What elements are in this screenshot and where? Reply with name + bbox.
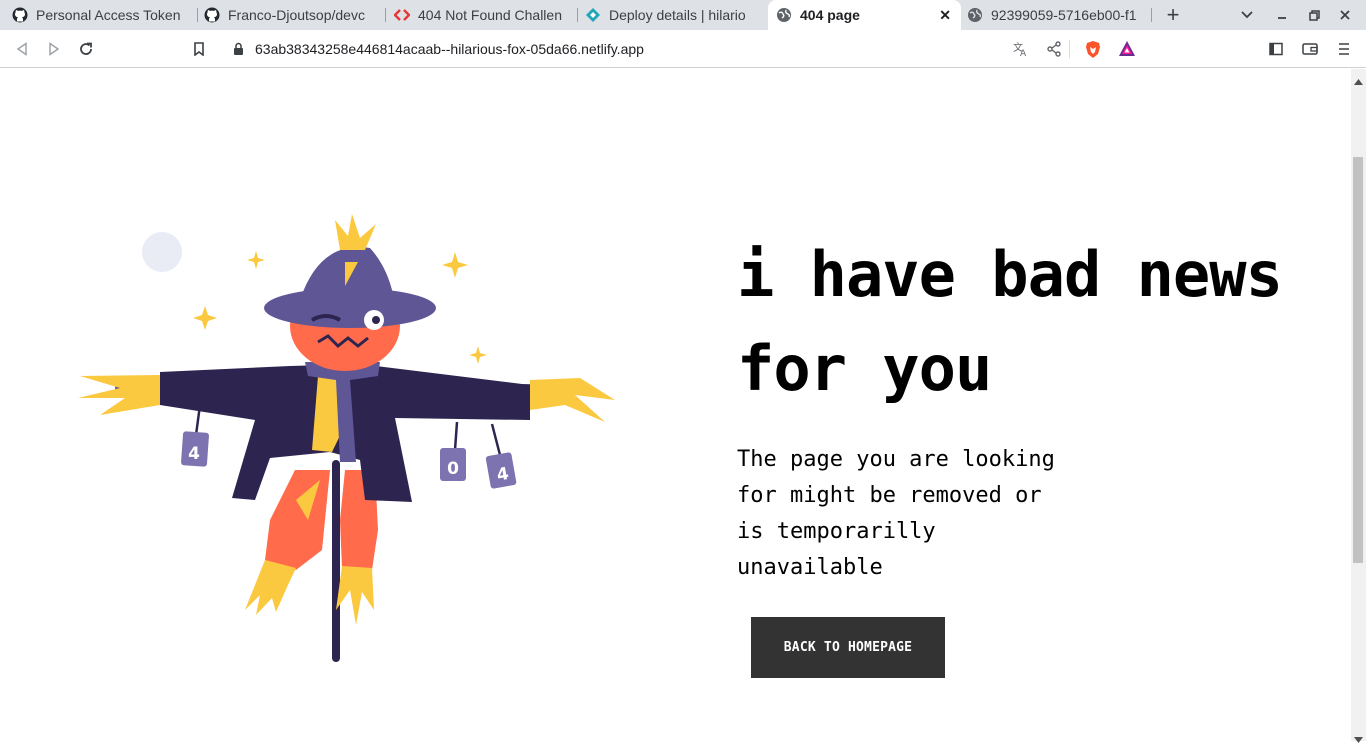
- translate-icon[interactable]: 文A: [1013, 41, 1029, 62]
- can-label: 0: [447, 459, 459, 479]
- tab-strip: Personal Access Token Franco-Djoutsop/de…: [0, 0, 1366, 30]
- browser-toolbar: 63ab38343258e446814acaab--hilarious-fox-…: [0, 30, 1366, 68]
- tab-franco-djoutsop[interactable]: Franco-Djoutsop/devc: [198, 0, 390, 30]
- tab-404-page[interactable]: 404 page ✕: [768, 0, 961, 30]
- close-tab-icon[interactable]: ✕: [939, 7, 951, 24]
- tab-404-not-found-challenge[interactable]: 404 Not Found Challen: [386, 0, 576, 30]
- frontend-mentor-icon: [394, 7, 410, 23]
- sidebar-icon[interactable]: [1265, 38, 1287, 60]
- scroll-down-icon[interactable]: [1354, 730, 1363, 748]
- minimize-icon[interactable]: [1272, 0, 1292, 30]
- tab-personal-access-token[interactable]: Personal Access Token: [4, 0, 198, 30]
- scarecrow-illustration: 4 0 4: [60, 200, 630, 675]
- back-icon[interactable]: [11, 38, 33, 60]
- github-icon: [12, 7, 28, 23]
- chevron-down-icon[interactable]: [1236, 0, 1258, 30]
- description-line: is temporarilly: [737, 519, 936, 544]
- url-text: 63ab38343258e446814acaab--hilarious-fox-…: [255, 41, 644, 57]
- tab-title: 404 page: [800, 7, 860, 23]
- netlify-icon: [585, 7, 601, 23]
- lock-icon: [233, 42, 244, 61]
- svg-text:A: A: [1020, 49, 1027, 57]
- tab-image[interactable]: 92399059-5716eb00-f1: [961, 0, 1151, 30]
- forward-icon[interactable]: [43, 38, 65, 60]
- menu-icon[interactable]: [1333, 38, 1355, 60]
- globe-icon: [967, 7, 983, 23]
- close-window-icon[interactable]: [1335, 0, 1355, 30]
- description-line: for might be removed or: [737, 483, 1042, 508]
- globe-icon: [776, 7, 792, 23]
- back-to-homepage-button[interactable]: BACK TO HOMEPAGE: [751, 617, 945, 678]
- tab-title: Deploy details | hilario: [609, 7, 746, 23]
- can-label: 4: [188, 444, 200, 464]
- reload-icon[interactable]: [75, 38, 97, 60]
- tab-title: Personal Access Token: [36, 7, 181, 23]
- restore-icon[interactable]: [1304, 0, 1324, 30]
- headline-line-2: for you: [737, 332, 992, 405]
- tab-title: 404 Not Found Challen: [418, 7, 562, 23]
- description-line: The page you are looking: [737, 447, 1055, 472]
- address-bar[interactable]: 63ab38343258e446814acaab--hilarious-fox-…: [221, 34, 1145, 64]
- scarecrow-icon: 4 0 4: [78, 214, 615, 662]
- brave-rewards-icon[interactable]: [1118, 40, 1136, 62]
- share-icon[interactable]: [1046, 41, 1062, 62]
- tab-deploy-details[interactable]: Deploy details | hilario: [578, 0, 768, 30]
- tab-separator: [1151, 8, 1152, 22]
- sparkle-icon: [442, 252, 468, 278]
- sparkle-icon: [247, 251, 265, 269]
- page-scrollbar[interactable]: [1351, 69, 1366, 743]
- tab-title: 92399059-5716eb00-f1: [991, 7, 1137, 23]
- sparkle-icon: [469, 346, 487, 364]
- bookmark-icon[interactable]: [188, 38, 210, 60]
- new-tab-icon[interactable]: +: [1160, 0, 1186, 30]
- sparkle-icon: [193, 306, 217, 330]
- page-headline: i have bad news for you: [737, 228, 1337, 416]
- brave-shields-icon[interactable]: [1084, 40, 1102, 64]
- divider: [1069, 40, 1070, 58]
- headline-line-1: i have bad news: [737, 238, 1283, 311]
- page-description: The page you are looking for might be re…: [737, 442, 1117, 586]
- wallet-icon[interactable]: [1299, 38, 1321, 60]
- scroll-thumb[interactable]: [1353, 157, 1363, 563]
- github-icon: [204, 7, 220, 23]
- description-line: unavailable: [737, 555, 883, 580]
- tab-title: Franco-Djoutsop/devc: [228, 7, 365, 23]
- scroll-up-icon[interactable]: [1354, 72, 1363, 90]
- decor-circle: [142, 232, 182, 272]
